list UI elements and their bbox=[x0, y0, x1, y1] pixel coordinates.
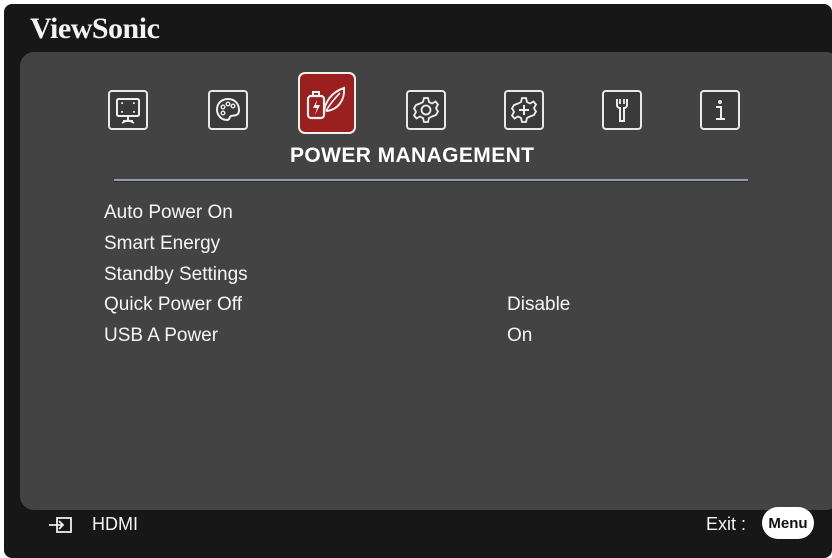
menu-item-label: Quick Power Off bbox=[104, 294, 242, 315]
input-source-icon bbox=[49, 517, 72, 533]
tab-basic[interactable] bbox=[406, 90, 446, 130]
exit-hint: Exit : bbox=[706, 514, 747, 534]
info-icon bbox=[716, 100, 725, 120]
tab-power-management[interactable] bbox=[298, 72, 356, 134]
menu-item-label: Smart Energy bbox=[104, 233, 221, 254]
menu-item-value: Disable bbox=[507, 294, 571, 315]
tab-color[interactable] bbox=[208, 90, 248, 130]
tab-system[interactable] bbox=[602, 90, 642, 130]
menu-item-standby-settings[interactable]: Standby Settings bbox=[104, 264, 664, 292]
brand-logo: ViewSonic bbox=[30, 12, 160, 45]
title-divider-shadow bbox=[114, 181, 748, 182]
menu-item-auto-power-on[interactable]: Auto Power On bbox=[104, 202, 664, 230]
menu-item-value: On bbox=[507, 325, 533, 346]
menu-item-label: USB A Power bbox=[104, 325, 219, 346]
menu-item-smart-energy[interactable]: Smart Energy bbox=[104, 233, 664, 261]
tab-display[interactable] bbox=[108, 90, 148, 130]
power-leaf-icon bbox=[306, 86, 346, 120]
menu-button[interactable]: Menu bbox=[762, 507, 814, 539]
tab-information[interactable] bbox=[700, 90, 740, 130]
wrench-icon bbox=[616, 99, 628, 122]
menu-item-label: Auto Power On bbox=[104, 202, 233, 223]
tab-advanced[interactable] bbox=[504, 90, 544, 130]
input-source-label: HDMI bbox=[92, 514, 138, 534]
menu-item-quick-power-off[interactable]: Quick Power Off Disable bbox=[104, 294, 664, 322]
gear-icon bbox=[412, 97, 440, 123]
osd-window: ViewSonic POWER MANAGEMENT Auto Power On… bbox=[4, 4, 832, 558]
advanced-gear-icon bbox=[510, 97, 538, 123]
menu-item-label: Standby Settings bbox=[104, 264, 248, 285]
display-icon bbox=[116, 98, 140, 124]
section-title: POWER MANAGEMENT bbox=[290, 144, 535, 167]
menu-item-usb-a-power[interactable]: USB A Power On bbox=[104, 325, 664, 353]
palette-icon bbox=[215, 97, 241, 122]
